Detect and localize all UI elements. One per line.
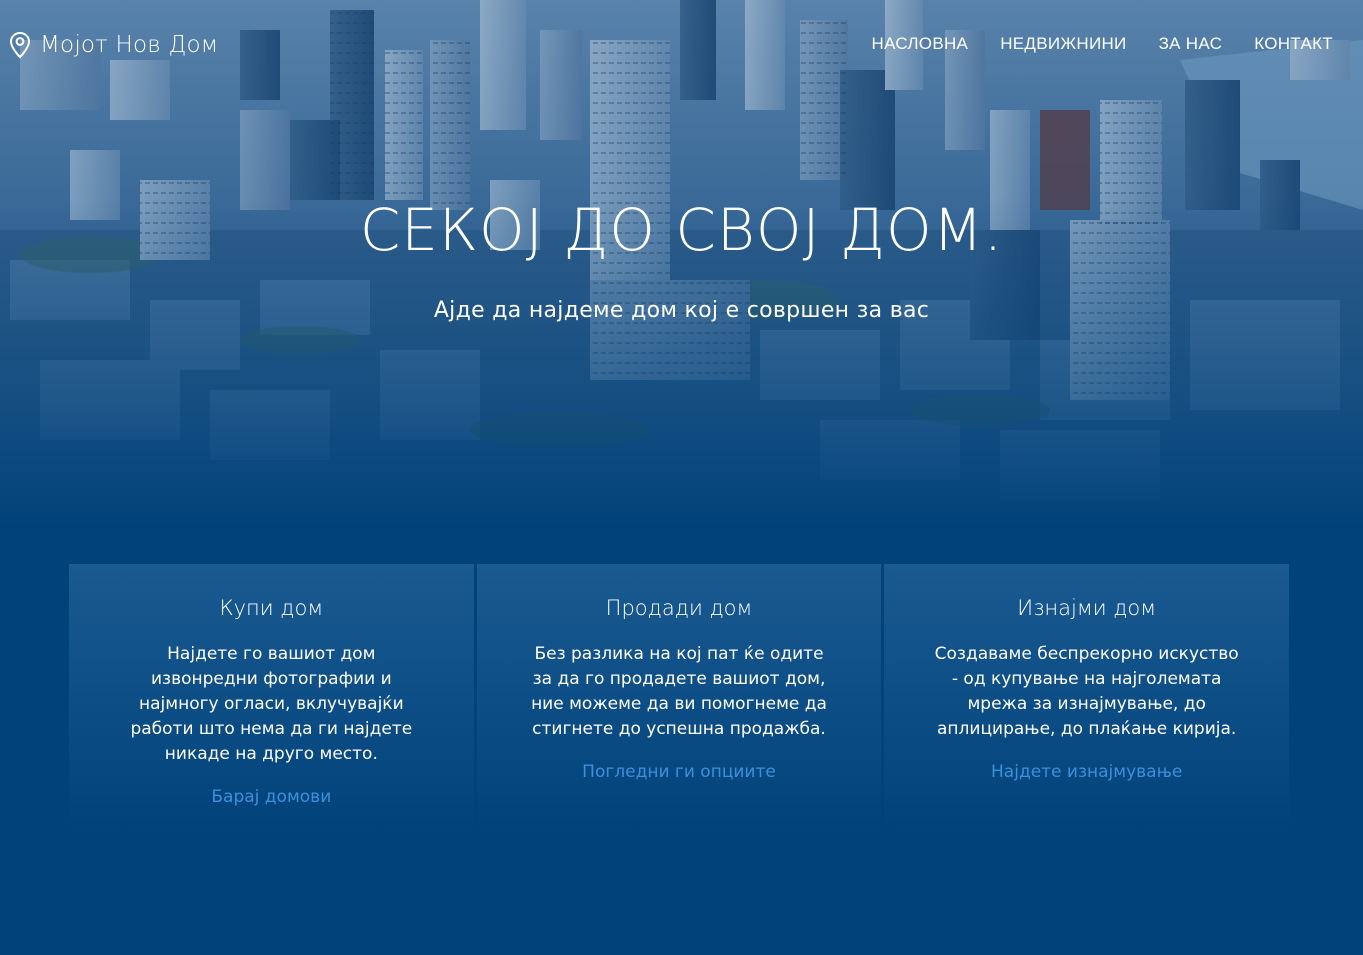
view-options-link[interactable]: Погледни ги опциите [582, 762, 776, 782]
service-cards: Купи дом Најдете го вашиот дом извонредн… [69, 564, 1290, 834]
brand-name: Мојот Нов Дом [40, 32, 219, 58]
find-rentals-link[interactable]: Најдете изнајмување [991, 762, 1182, 782]
hero-subtitle: Ајде да најдеме дом кој е совршен за вас [433, 298, 930, 323]
card-description: Создаваме беспрекорно искуство - од купу… [934, 644, 1239, 739]
nav-item-home[interactable]: НАСЛОВНА [872, 34, 969, 53]
card-title: Купи дом [219, 596, 324, 620]
nav-item-about[interactable]: ЗА НАС [1159, 34, 1223, 53]
hero-title: СЕКОЈ ДО СВОЈ ДОМ. [359, 196, 1004, 264]
card-sell-home: Продади дом Без разлика на кој пат ќе од… [476, 564, 882, 834]
page: Мојот Нов Дом НАСЛОВНА НЕДВИЖНИНИ ЗА НАС… [0, 0, 1363, 955]
nav-item-contact[interactable]: КОНТАКТ [1254, 34, 1333, 53]
card-title: Продади дом [605, 596, 753, 620]
card-description: Најдете го вашиот дом извонредни фотогра… [130, 644, 413, 764]
brand-logo-link[interactable]: Мојот Нов Дом [8, 30, 218, 60]
navbar: Мојот Нов Дом НАСЛОВНА НЕДВИЖНИНИ ЗА НАС… [0, 0, 1363, 88]
nav-menu: НАСЛОВНА НЕДВИЖНИНИ ЗА НАС КОНТАКТ [872, 34, 1334, 54]
card-buy-home: Купи дом Најдете го вашиот дом извонредн… [69, 564, 474, 834]
card-rent-home: Изнајми дом Создаваме беспрекорно искуст… [884, 564, 1290, 834]
nav-item-properties[interactable]: НЕДВИЖНИНИ [1000, 34, 1126, 53]
card-description: Без разлика на кој пат ќе одите за да го… [531, 644, 827, 739]
card-title: Изнајми дом [1017, 596, 1157, 620]
location-pin-icon [8, 31, 32, 59]
search-homes-link[interactable]: Барај домови [211, 787, 331, 807]
